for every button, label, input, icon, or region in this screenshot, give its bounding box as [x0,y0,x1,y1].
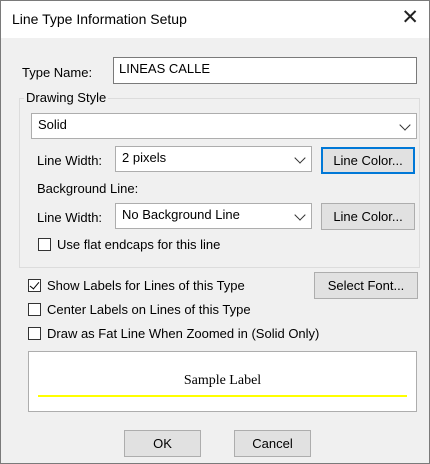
chevron-down-icon [399,119,411,131]
close-icon[interactable]: ✕ [401,7,419,28]
bg-line-color-button[interactable]: Line Color... [321,203,415,230]
fat-line-label: Draw as Fat Line When Zoomed in (Solid O… [47,326,320,341]
line-color-button[interactable]: Line Color... [321,147,415,174]
bg-line-width-label: Line Width: [37,210,103,225]
flat-endcaps-label: Use flat endcaps for this line [57,237,221,252]
line-type-dialog: Line Type Information Setup ✕ Type Name:… [0,0,430,464]
background-line-label: Background Line: [37,181,139,196]
title-bar: Line Type Information Setup ✕ [1,1,429,38]
show-labels-checkbox[interactable] [28,279,41,292]
dialog-title: Line Type Information Setup [12,11,187,27]
type-name-label: Type Name: [22,65,93,80]
sample-line [38,395,407,397]
line-width-label: Line Width: [37,153,103,168]
sample-preview: Sample Label [28,351,417,412]
flat-endcaps-checkbox[interactable] [38,238,51,251]
drawing-style-value: Solid [38,117,67,132]
cancel-button[interactable]: Cancel [234,430,311,457]
ok-button[interactable]: OK [124,430,201,457]
line-width-value: 2 pixels [122,150,167,165]
show-labels-label: Show Labels for Lines of this Type [47,278,245,293]
type-name-input[interactable]: LINEAS CALLE [113,57,417,84]
drawing-style-select[interactable]: Solid [31,113,417,139]
bg-line-width-value: No Background Line [122,207,240,222]
drawing-style-group-label: Drawing Style [24,90,109,105]
center-labels-checkbox[interactable] [28,303,41,316]
fat-line-checkbox[interactable] [28,327,41,340]
center-labels-label: Center Labels on Lines of this Type [47,302,251,317]
select-font-button[interactable]: Select Font... [314,272,418,299]
bg-line-width-select[interactable]: No Background Line [115,203,312,229]
chevron-down-icon [294,209,306,221]
sample-label: Sample Label [183,373,262,388]
checkmark-icon [29,279,40,290]
chevron-down-icon [294,152,306,164]
line-width-select[interactable]: 2 pixels [115,146,312,172]
